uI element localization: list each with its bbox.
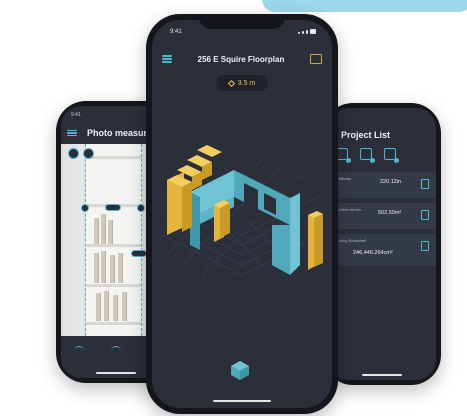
- screen-header: 256 E Squire Floorplan: [152, 50, 332, 68]
- status-time: 9:41: [71, 112, 81, 118]
- home-indicator: [213, 399, 271, 402]
- wall: [272, 225, 290, 275]
- floorplan-3d-view[interactable]: [152, 115, 332, 315]
- copy-icon[interactable]: [421, 210, 429, 220]
- decorative-banner: [262, 0, 467, 12]
- status-time: 9:41: [170, 29, 182, 35]
- copy-icon[interactable]: [421, 179, 429, 189]
- measure-line-right: [141, 144, 142, 336]
- measure-handle[interactable]: [137, 204, 145, 212]
- item-name: Hallway: [337, 176, 352, 181]
- column: [308, 211, 323, 270]
- nav-measure-icon[interactable]: [74, 346, 85, 352]
- measure-line-left: [85, 144, 86, 336]
- wall: [234, 170, 290, 225]
- toolbar: [336, 148, 399, 163]
- measure-label[interactable]: [131, 250, 147, 257]
- wall: [290, 193, 300, 275]
- item-value: 220.12in: [380, 179, 402, 185]
- undo-icon[interactable]: [68, 148, 79, 159]
- item-value: 502.50m²: [378, 210, 402, 216]
- signal-icon: [298, 29, 316, 34]
- right-phone: Project List Hallway 220.12in Coffee ben…: [323, 103, 441, 385]
- screen-title: 256 E Squire Floorplan: [197, 54, 285, 64]
- list-item[interactable]: Hallway 220.12in: [328, 172, 436, 198]
- floorplan-screen: 9:41 256 E Squire Floorplan 3.5 m: [152, 20, 332, 408]
- list-item[interactable]: Coffee bench 502.50m²: [328, 203, 436, 229]
- layers-icon[interactable]: [310, 54, 322, 64]
- center-phone: 9:41 256 E Squire Floorplan 3.5 m: [146, 14, 338, 414]
- add-folder-icon[interactable]: [360, 148, 375, 163]
- cube-icon[interactable]: [228, 358, 252, 382]
- distance-value: 3.5 m: [237, 79, 256, 87]
- copy-icon[interactable]: [421, 241, 429, 251]
- redo-icon[interactable]: [83, 148, 94, 159]
- item-name: Living Bookshelf: [337, 238, 367, 243]
- nav-area-icon[interactable]: [110, 346, 121, 352]
- measure-label[interactable]: [105, 204, 121, 211]
- app-showcase: 9:41 Photo measure Project List Hallway …: [0, 0, 467, 416]
- home-indicator: [362, 374, 402, 376]
- home-indicator: [96, 372, 136, 374]
- list-item[interactable]: Living Bookshelf 246,446.264cm²: [328, 234, 436, 266]
- item-name: Coffee bench: [337, 207, 361, 212]
- notch: [199, 14, 285, 29]
- cabinet: [214, 200, 230, 242]
- distance-badge[interactable]: 3.5 m: [216, 75, 268, 91]
- hamburger-menu-icon[interactable]: [162, 55, 172, 63]
- project-list-screen: Project List Hallway 220.12in Coffee ben…: [328, 108, 436, 380]
- pencil-icon: [227, 79, 235, 87]
- export-icon[interactable]: [384, 148, 399, 163]
- screen-title: Photo measure: [87, 128, 153, 138]
- screen-title: Project List: [341, 130, 391, 140]
- hamburger-menu-icon[interactable]: [67, 129, 77, 137]
- bookshelf: [83, 144, 145, 336]
- item-value: 246,446.264cm²: [353, 250, 393, 256]
- measure-handle[interactable]: [81, 204, 89, 212]
